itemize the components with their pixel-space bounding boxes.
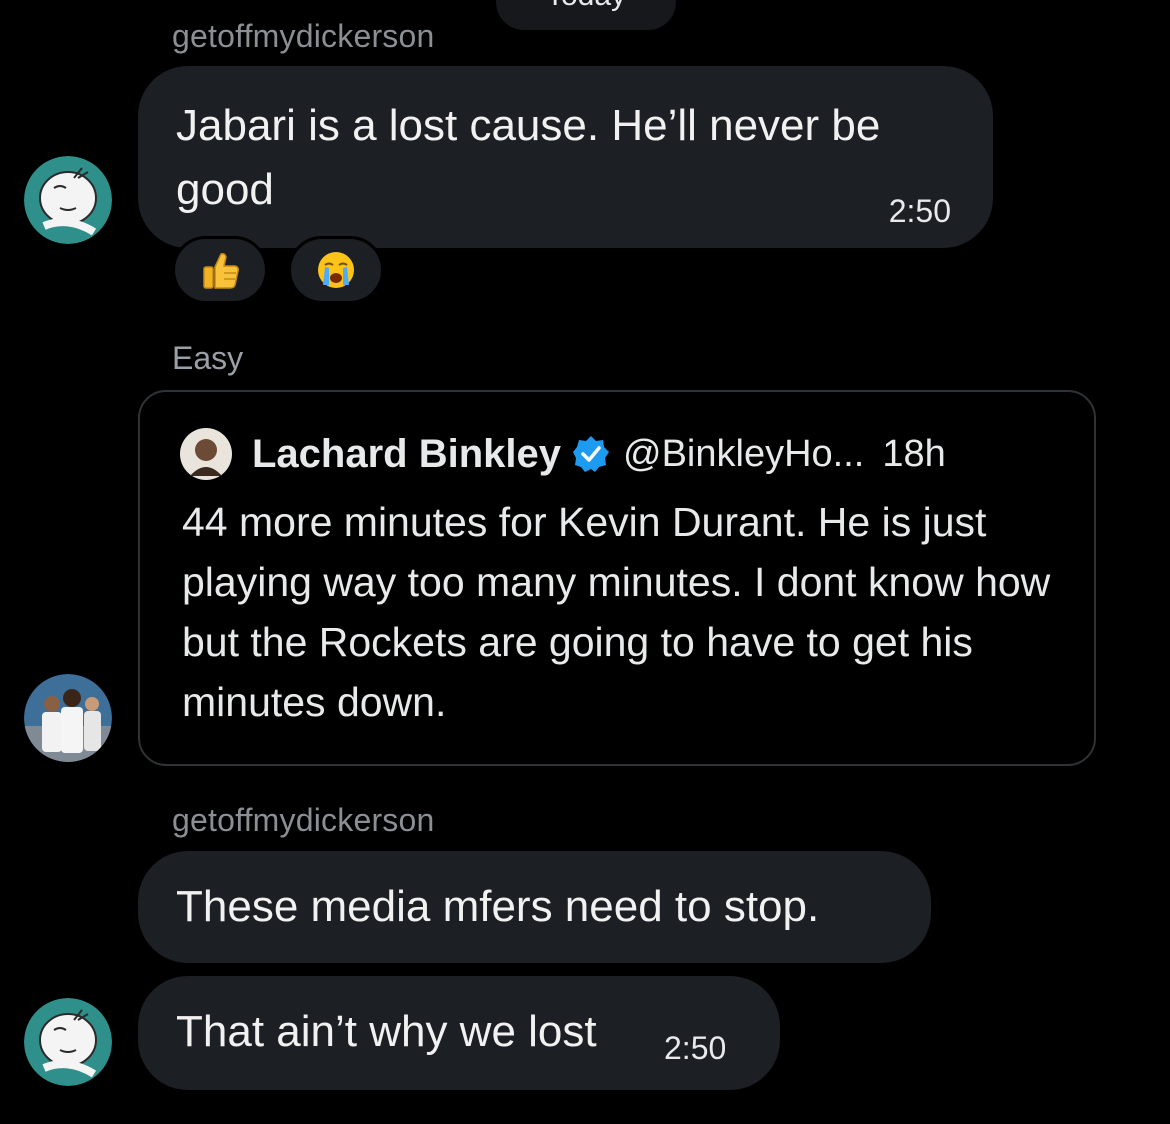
thumbs-up-icon [203,253,239,289]
quoted-author-avatar[interactable] [180,428,232,480]
sender-name: getoffmydickerson [172,18,435,54]
reaction-thumbs-up[interactable] [172,236,268,304]
sender-name: getoffmydickerson [172,802,435,838]
group-photo-avatar-icon [24,674,112,762]
message-bubble[interactable]: That ain’t why we lost 2:50 [138,976,780,1090]
quoted-post-header: Lachard Binkley @BinkleyHo... 18h [180,428,946,480]
reaction-crying[interactable] [288,236,384,304]
loudly-crying-face-icon [318,252,354,288]
quoted-post-text: 44 more minutes for Kevin Durant. He is … [182,499,1051,725]
message-time: 2:50 [664,1030,727,1066]
message-text: These media mfers need to stop. [176,882,820,931]
user-avatar[interactable] [24,156,112,244]
date-divider: Today [496,0,676,30]
quoted-post-card[interactable]: Lachard Binkley @BinkleyHo... 18h 44 mor… [138,390,1096,766]
user-avatar[interactable] [24,674,112,762]
quoted-author-name[interactable]: Lachard Binkley [252,432,561,477]
quoted-author-handle: @BinkleyHo... [623,432,865,475]
user-avatar[interactable] [24,998,112,1086]
message-text: That ain’t why we lost [176,1007,597,1056]
message-time: 2:50 [888,193,951,229]
message-caption: Easy [172,340,244,376]
message-bubble[interactable]: Jabari is a lost cause. He’ll never be g… [138,66,993,248]
avatar-illustration-icon [24,156,112,244]
verified-badge-icon [571,434,611,474]
dm-conversation: Today getoffmydickerson Jabari is a lost… [0,0,1170,1124]
message-text: Jabari is a lost cause. He’ll never be g… [176,101,881,214]
message-bubble[interactable]: These media mfers need to stop. [138,851,931,963]
quoted-post-age: 18h [882,432,946,475]
avatar-illustration-icon [24,998,112,1086]
